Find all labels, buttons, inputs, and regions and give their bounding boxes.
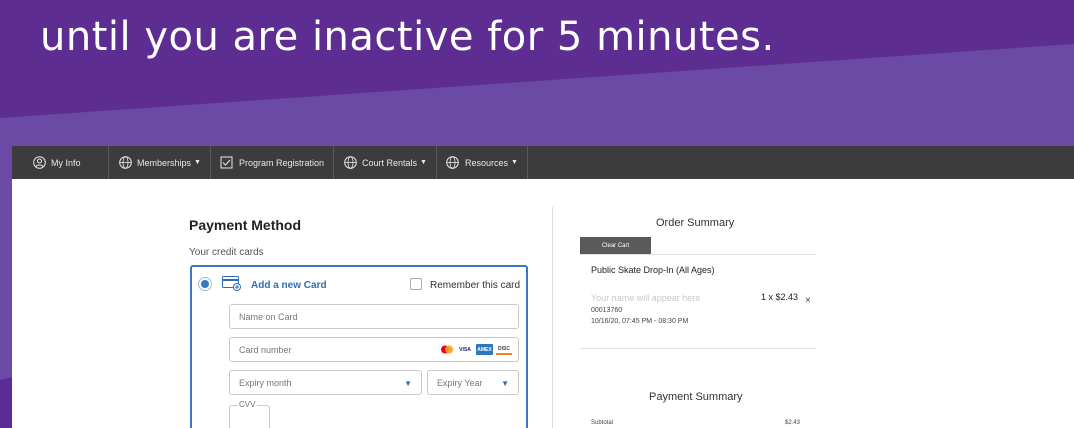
cart-item-name: Public Skate Drop-In (All Ages) [591, 265, 715, 275]
nav-label: Resources [464, 157, 509, 168]
caret-down-icon: ▼ [501, 379, 509, 388]
nav-item-my-info[interactable]: My Info [12, 146, 109, 179]
nav-label: Program Registration [238, 157, 325, 168]
nav-item-program-registration[interactable]: Program Registration [211, 146, 335, 179]
divider [580, 254, 816, 255]
nav-label: My Info [51, 157, 81, 168]
caret-down-icon: ▼ [420, 159, 427, 166]
visa-logo: VISA [459, 346, 471, 353]
order-summary-title: Order Summary [656, 217, 735, 229]
nav-item-resources[interactable]: Resources ▼ [437, 146, 528, 179]
cart-item-code: 00013760 [591, 307, 623, 314]
caret-down-icon: ▼ [404, 379, 412, 388]
app-window: My Info Memberships ▼ Program Registrati… [12, 146, 1074, 428]
nav-label: Court Rentals [362, 157, 418, 168]
new-card-panel: Add a new Card Remember this card Name o… [190, 265, 528, 428]
caret-down-icon: ▼ [511, 159, 518, 166]
expiry-year-select[interactable]: Expiry Year ▼ [427, 370, 519, 395]
cvv-label: CVV [237, 400, 258, 409]
nav-label: Memberships [137, 157, 192, 168]
name-on-card-placeholder: Name on Card [239, 311, 298, 322]
nav-item-court-rentals[interactable]: Court Rentals ▼ [334, 146, 437, 179]
discover-logo: DISC [496, 344, 512, 355]
subtotal-label: Subtotal [591, 420, 614, 426]
divider [580, 348, 816, 349]
globe-icon [343, 156, 357, 170]
globe-icon [118, 156, 132, 170]
card-number-input[interactable]: Card number VISA AMEX DISC [229, 337, 519, 362]
globe-icon [446, 156, 460, 170]
credit-cards-subtitle: Your credit cards [189, 247, 264, 258]
amex-logo: AMEX [476, 344, 493, 355]
card-brand-logos: VISA AMEX DISC [440, 344, 512, 355]
card-number-placeholder: Card number [239, 344, 292, 355]
new-card-radio[interactable] [201, 280, 209, 288]
main-navbar: My Info Memberships ▼ Program Registrati… [12, 146, 1074, 179]
expiry-year-placeholder: Expiry Year [437, 377, 483, 388]
cart-item-quantity-price: 1 x $2.43 [761, 292, 799, 302]
remember-card-label: Remember this card [430, 280, 521, 291]
nav-item-memberships[interactable]: Memberships ▼ [109, 146, 211, 179]
column-divider [552, 207, 553, 428]
subtotal-value: $2.43 [785, 420, 801, 426]
caret-down-icon: ▼ [194, 159, 201, 166]
banner-headline: until you are inactive for 5 minutes. [40, 14, 775, 60]
cart-item-name-placeholder: Your name will appear here [591, 293, 701, 303]
checklist-icon [220, 156, 234, 170]
payment-method-title: Payment Method [189, 217, 302, 233]
person-icon [32, 156, 46, 170]
payment-summary-title: Payment Summary [649, 391, 743, 403]
clear-cart-button[interactable]: Clear Cart [580, 237, 651, 254]
expiry-month-placeholder: Expiry month [239, 377, 292, 388]
mastercard-logo [440, 344, 454, 355]
add-new-card-label[interactable]: Add a new Card [251, 280, 327, 291]
expiry-month-select[interactable]: Expiry month ▼ [229, 370, 422, 395]
remove-item-icon[interactable]: × [805, 295, 811, 306]
cart-item-datetime: 10/16/20, 07:45 PM - 08:30 PM [591, 318, 689, 325]
remember-card-checkbox[interactable] [410, 278, 422, 290]
name-on-card-input[interactable]: Name on Card [229, 304, 519, 329]
credit-card-add-icon [222, 276, 242, 296]
